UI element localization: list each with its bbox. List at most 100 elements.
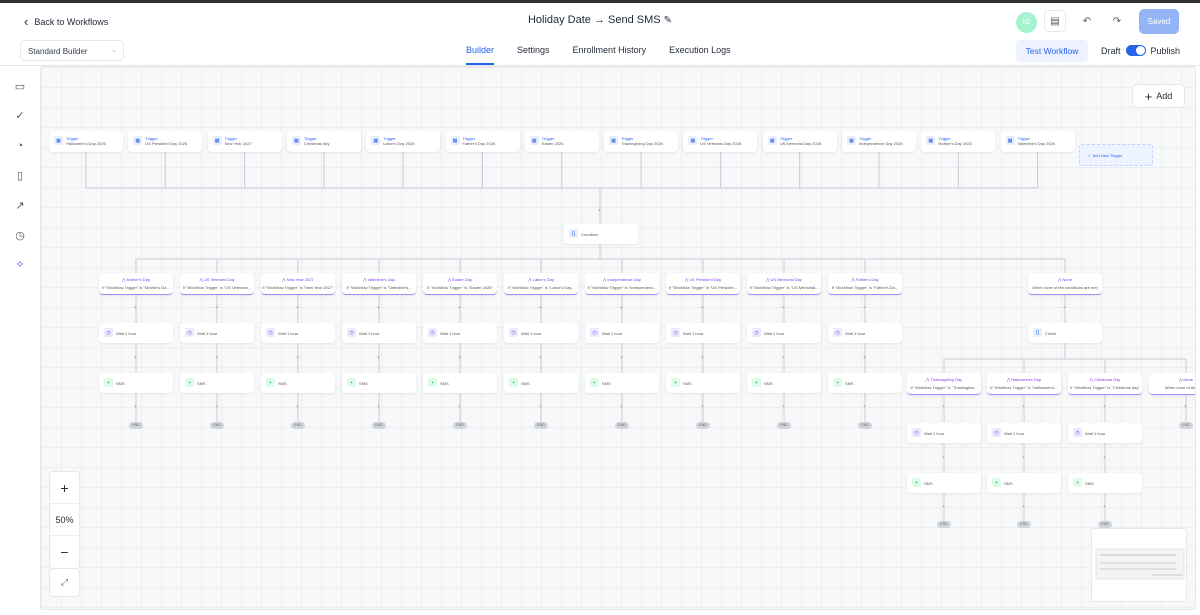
add-step-icon[interactable]: + [782,355,785,361]
sms-node[interactable]: ▪ SMS ··· [828,373,902,393]
add-step-icon[interactable]: + [1063,305,1066,311]
publish-toggle[interactable] [1125,45,1146,56]
add-step-icon[interactable]: + [1103,455,1106,461]
workflow-title-text[interactable]: Holiday Date → Send SMS [528,14,661,26]
builder-mode-select[interactable]: Standard Builder ⌄ [20,40,124,61]
branch-node[interactable]: ⋀ US Veterans Day If "Workflow Trigger" i… [180,273,254,295]
tab-builder[interactable]: Builder [466,45,495,65]
more-options-icon[interactable]: ··· [193,138,197,143]
branch-node[interactable]: ⋀ New Year 2027 If "Workflow Trigger" is … [261,273,335,295]
more-options-icon[interactable]: ··· [245,330,249,335]
branch-node[interactable]: ⋀ Labor's Day If "Workflow Trigger" is "L… [504,273,578,295]
more-options-icon[interactable]: ··· [569,380,573,385]
tab-settings[interactable]: Settings [517,45,550,65]
more-options-icon[interactable]: ··· [273,138,277,143]
add-new-trigger-button[interactable]: + Add New Trigger [1079,144,1153,166]
undo-icon[interactable]: ↶ [1076,10,1098,32]
more-options-icon[interactable]: ··· [1133,430,1137,435]
avatar[interactable]: IG [1016,12,1037,33]
more-options-icon[interactable]: ··· [407,330,411,335]
sms-node[interactable]: ▪ SMS ··· [342,373,416,393]
wait-node[interactable]: ◷ Wait 1 hour ··· [180,323,254,343]
more-options-icon[interactable]: ··· [669,138,673,143]
add-step-icon[interactable]: + [942,504,945,510]
more-options-icon[interactable]: ··· [893,380,897,385]
branch-node[interactable]: ⋀ Easter Day If "Workflow Trigger" is "Ea… [423,273,497,295]
add-step-icon[interactable]: + [1022,455,1025,461]
sms-node[interactable]: ▪ SMS ··· [99,373,173,393]
add-step-icon[interactable]: + [863,355,866,361]
more-options-icon[interactable]: ··· [407,380,411,385]
add-step-icon[interactable]: + [377,404,380,410]
more-options-icon[interactable]: ··· [1066,138,1070,143]
sub-branch-node[interactable]: ⋀ Halloween's Day If "Workflow Trigger" i… [987,373,1061,395]
more-options-icon[interactable]: ··· [488,330,492,335]
more-options-icon[interactable]: ··· [812,330,816,335]
add-step-icon[interactable]: + [458,355,461,361]
sms-node[interactable]: ▪ SMS ··· [1068,473,1142,493]
trigger-node[interactable]: ▦ Trigger US President Day 2026 ··· [128,131,203,152]
more-options-icon[interactable]: ··· [986,138,990,143]
add-step-icon[interactable]: + [134,404,137,410]
comment-icon[interactable]: ▭ [12,79,28,95]
trigger-node[interactable]: ▦ Trigger Valentine's Day 2026 ··· [1000,131,1075,152]
add-step-icon[interactable]: + [377,355,380,361]
trigger-node[interactable]: ▦ Trigger New Year 2027 ··· [207,131,282,152]
add-step-icon[interactable]: + [539,404,542,410]
add-step-icon[interactable]: + [782,305,785,311]
test-workflow-button[interactable]: Test Workflow [1016,40,1088,62]
branch-node[interactable]: ⋀ Independence Day If "Workflow Trigger" … [585,273,659,295]
more-options-icon[interactable]: ··· [511,138,515,143]
more-options-icon[interactable]: ··· [488,380,492,385]
sms-node[interactable]: ▪ SMS ··· [585,373,659,393]
more-options-icon[interactable]: ··· [431,138,435,143]
branch-node[interactable]: ⋀ Mother's Day If "Workflow Trigger" is "… [99,273,173,295]
saved-button[interactable]: Saved [1139,9,1179,34]
condition-node[interactable]: {} Condition ··· [564,224,638,244]
ai-sparkle-icon[interactable]: ✧ [12,257,28,273]
document-icon[interactable]: ▯ [12,168,28,184]
add-step-icon[interactable]: + [1103,504,1106,510]
check-node[interactable]: {} Check ··· [1028,323,1102,343]
sms-node[interactable]: ▪ SMS ··· [504,373,578,393]
branch-node[interactable]: ⋀ US President Day If "Workflow Trigger" … [666,273,740,295]
more-options-icon[interactable]: ··· [893,330,897,335]
add-step-icon[interactable]: + [701,404,704,410]
sms-node[interactable]: ▪ SMS ··· [180,373,254,393]
more-options-icon[interactable]: ··· [828,138,832,143]
add-step-icon[interactable]: + [620,355,623,361]
history-icon[interactable]: ◷ [12,228,28,244]
more-options-icon[interactable]: ··· [650,380,654,385]
more-options-icon[interactable]: ··· [812,380,816,385]
add-step-icon[interactable]: + [458,305,461,311]
notes-icon[interactable]: ▤ [1044,10,1066,32]
wait-node[interactable]: ◷ Wait 1 hour ··· [828,323,902,343]
wait-node[interactable]: ◷ Wait 1 hour ··· [99,323,173,343]
more-options-icon[interactable]: ··· [1052,430,1056,435]
wait-node[interactable]: ◷ Wait 1 hour ··· [1068,423,1142,443]
sms-node[interactable]: ▪ SMS ··· [747,373,821,393]
add-step-icon[interactable]: + [215,404,218,410]
add-step-icon[interactable]: + [782,404,785,410]
more-options-icon[interactable]: ··· [1133,480,1137,485]
wait-node[interactable]: ◷ Wait 1 hour ··· [342,323,416,343]
wait-node[interactable]: ◷ Wait 1 hour ··· [666,323,740,343]
add-step-icon[interactable]: + [215,305,218,311]
add-step-icon[interactable]: + [1022,404,1025,410]
zoom-in-button[interactable]: + [50,472,79,504]
more-options-icon[interactable]: ··· [590,138,594,143]
wait-node[interactable]: ◷ Wait 1 hour ··· [423,323,497,343]
add-step-icon[interactable]: + [701,355,704,361]
redo-icon[interactable]: ↷ [1106,10,1128,32]
add-step-icon[interactable]: + [620,404,623,410]
tab-enrollment-history[interactable]: Enrollment History [573,45,647,65]
trigger-node[interactable]: ▦ Trigger Mother's Day 2026 ··· [921,131,996,152]
wait-node[interactable]: ◷ Wait 1 hour ··· [747,323,821,343]
wait-node[interactable]: ◷ Wait 1 hour ··· [504,323,578,343]
sub-branch-node[interactable]: ⋀ None When none of the condi [1149,373,1195,395]
more-options-icon[interactable]: ··· [164,330,168,335]
add-step-icon[interactable]: + [863,305,866,311]
more-options-icon[interactable]: ··· [972,430,976,435]
add-step-icon[interactable]: + [1103,404,1106,410]
more-options-icon[interactable]: ··· [629,231,633,236]
